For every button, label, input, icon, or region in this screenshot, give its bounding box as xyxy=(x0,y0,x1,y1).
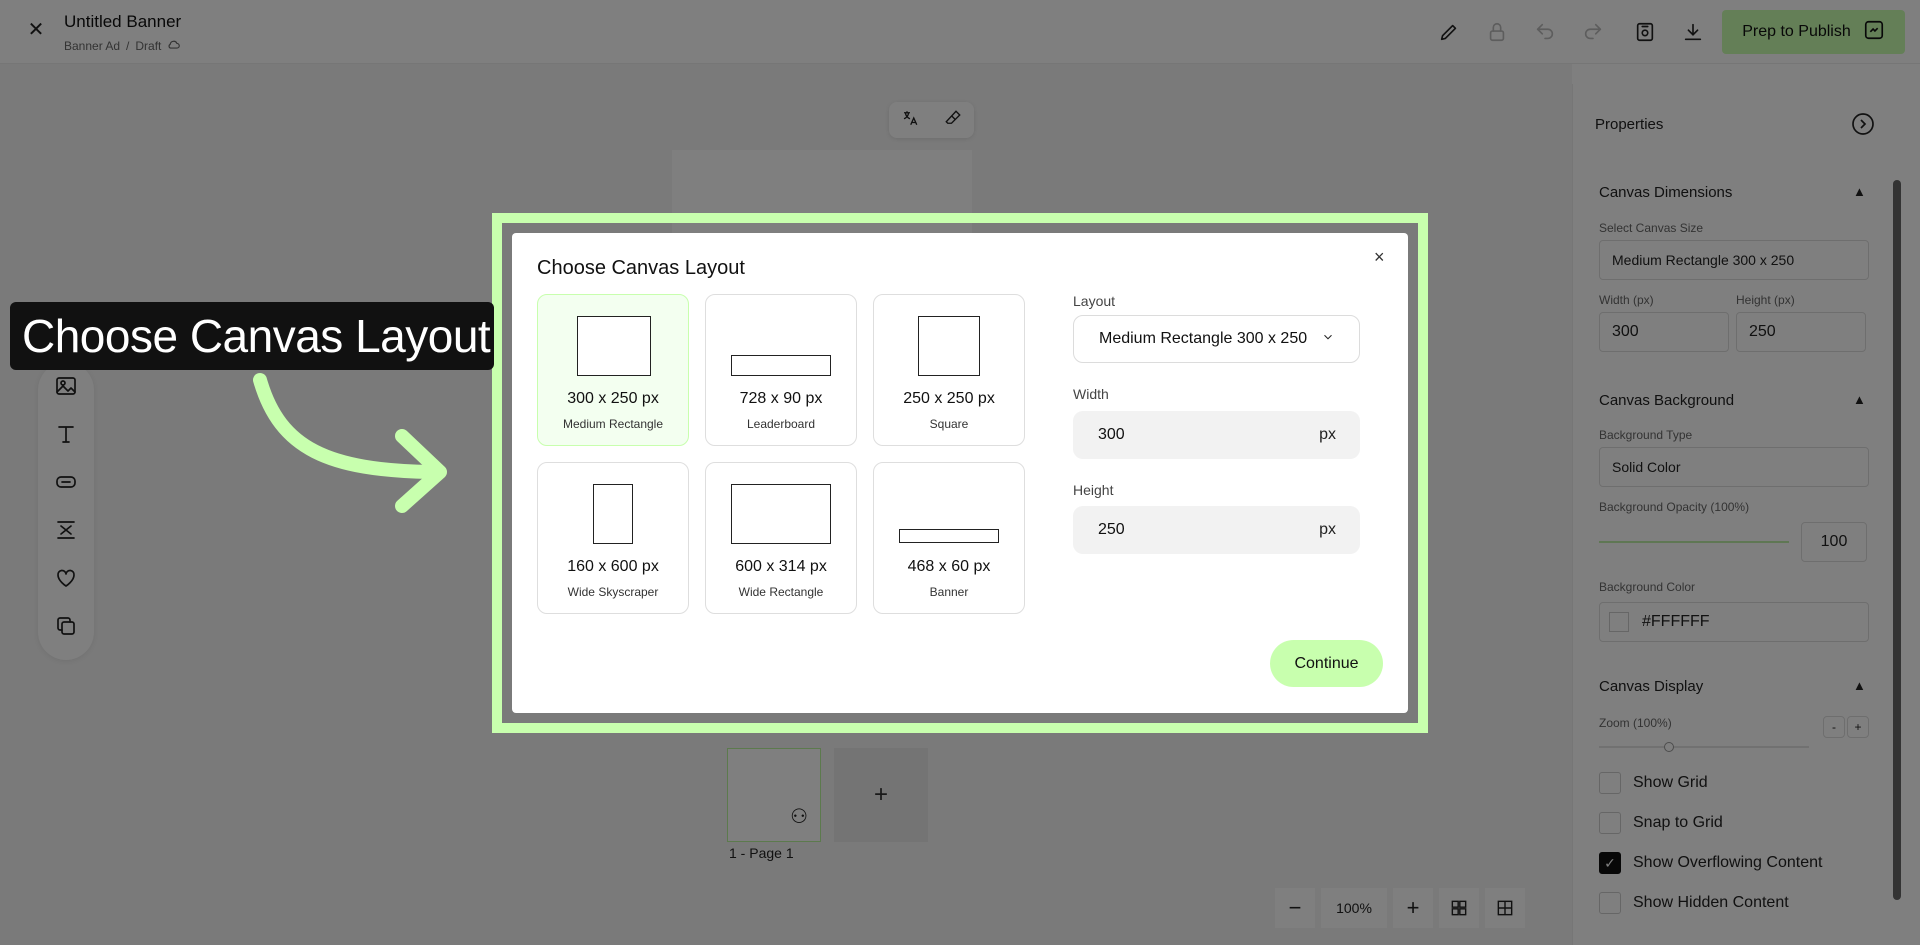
layout-preview xyxy=(731,484,831,544)
dialog-title: Choose Canvas Layout xyxy=(537,257,745,279)
width-input[interactable]: 300 px xyxy=(1073,411,1360,459)
layout-size: 468 x 60 px xyxy=(907,558,991,575)
layout-card-wide-rectangle[interactable]: 600 x 314 px Wide Rectangle xyxy=(705,462,857,614)
layout-size: 300 x 250 px xyxy=(567,390,659,407)
layout-card-leaderboard[interactable]: 728 x 90 px Leaderboard xyxy=(705,294,857,446)
layout-card-banner[interactable]: 468 x 60 px Banner xyxy=(873,462,1025,614)
layout-size: 600 x 314 px xyxy=(735,558,827,575)
layout-select[interactable]: Medium Rectangle 300 x 250 xyxy=(1073,315,1360,363)
tutorial-callout: Choose Canvas Layout xyxy=(10,302,494,370)
layout-card-medium-rectangle[interactable]: 300 x 250 px Medium Rectangle xyxy=(537,294,689,446)
width-unit: px xyxy=(1319,426,1336,443)
layout-card-square[interactable]: 250 x 250 px Square xyxy=(873,294,1025,446)
continue-button[interactable]: Continue xyxy=(1270,640,1383,687)
layout-preview xyxy=(899,529,999,543)
height-input[interactable]: 250 px xyxy=(1073,506,1360,554)
layout-preview xyxy=(918,316,980,376)
layout-label: Layout xyxy=(1073,293,1116,309)
layout-name: Square xyxy=(929,417,969,431)
layout-select-value: Medium Rectangle 300 x 250 xyxy=(1099,330,1308,347)
height-label: Height xyxy=(1073,482,1114,498)
layout-name: Medium Rectangle xyxy=(562,417,664,431)
layout-preview xyxy=(577,316,651,376)
chevron-down-icon xyxy=(1321,330,1335,349)
layout-size: 250 x 250 px xyxy=(903,390,995,407)
layout-name: Wide Skyscraper xyxy=(567,585,659,599)
pointer-arrow-icon xyxy=(253,373,447,513)
height-value: 250 xyxy=(1098,521,1125,538)
layout-name: Leaderboard xyxy=(746,417,816,431)
layout-size: 728 x 90 px xyxy=(739,390,823,407)
layout-name: Banner xyxy=(929,585,969,599)
width-label: Width xyxy=(1073,386,1109,402)
close-dialog-icon[interactable]: × xyxy=(1374,247,1385,268)
choose-layout-dialog: Choose Canvas Layout × 300 x 250 px Medi… xyxy=(512,233,1408,713)
layout-name: Wide Rectangle xyxy=(738,585,824,599)
layout-preview xyxy=(731,355,831,376)
layout-preview xyxy=(593,484,633,544)
height-unit: px xyxy=(1319,521,1336,538)
width-value: 300 xyxy=(1098,426,1125,443)
layout-card-wide-skyscraper[interactable]: 160 x 600 px Wide Skyscraper xyxy=(537,462,689,614)
layout-size: 160 x 600 px xyxy=(567,558,659,575)
